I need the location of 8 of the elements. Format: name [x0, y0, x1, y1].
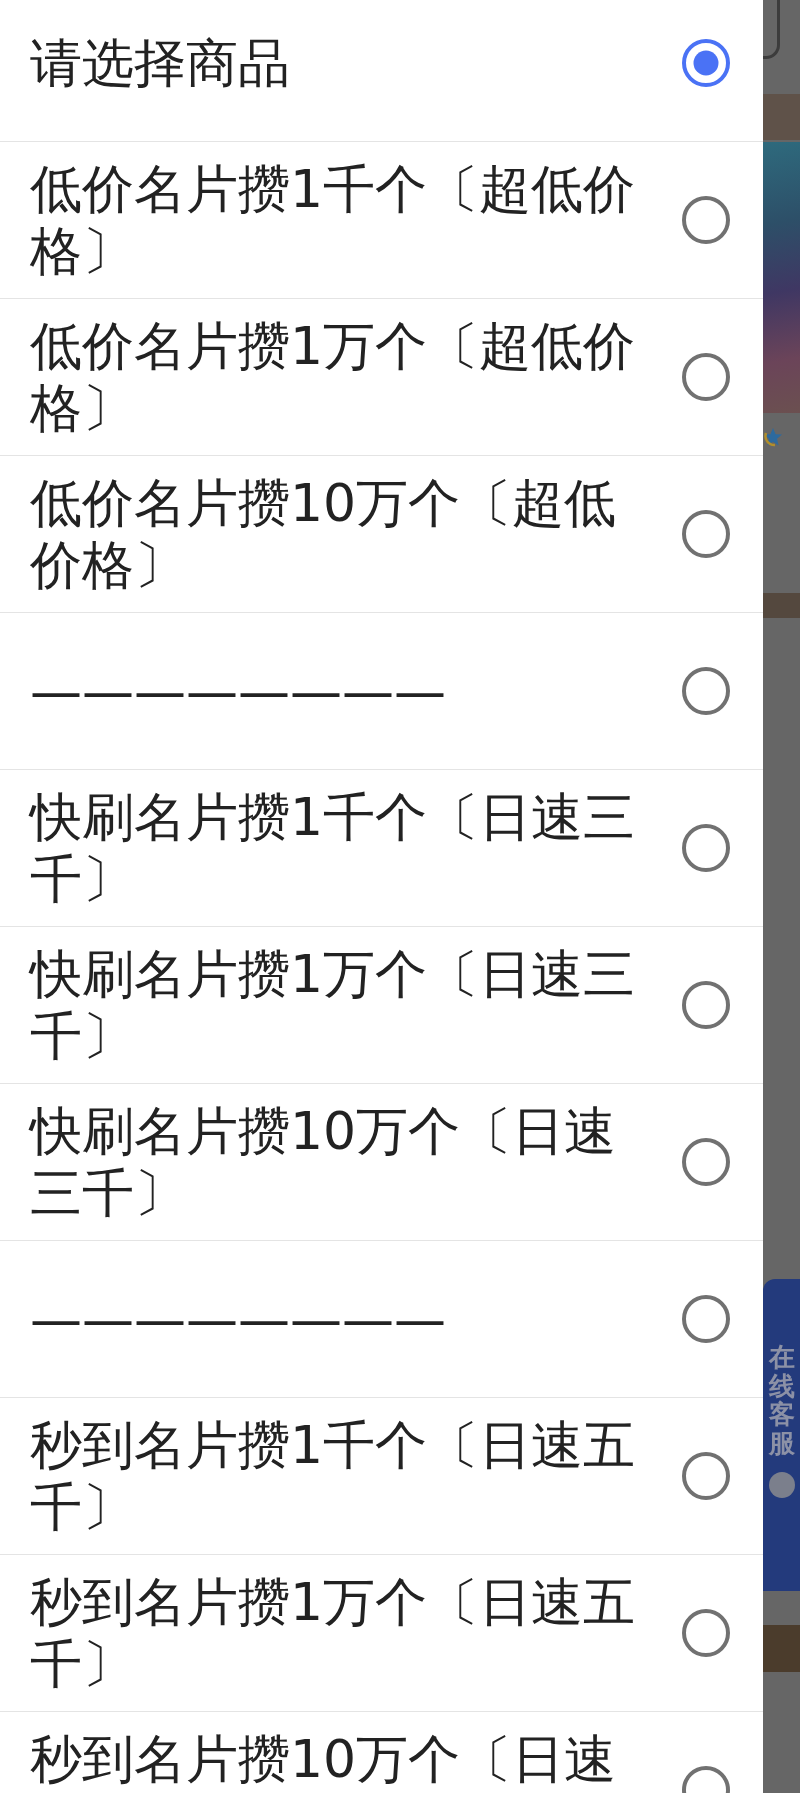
rounded-frame: [763, 0, 780, 59]
option-item[interactable]: 秒到名片攒10万个〔日速: [0, 1711, 763, 1793]
banner-strip: [763, 94, 800, 140]
option-item[interactable]: 请选择商品: [0, 0, 763, 141]
avatar-icon: [767, 1471, 796, 1500]
image-strip: [763, 1625, 800, 1672]
image-strip: [763, 593, 800, 618]
star-icon: [763, 427, 783, 447]
